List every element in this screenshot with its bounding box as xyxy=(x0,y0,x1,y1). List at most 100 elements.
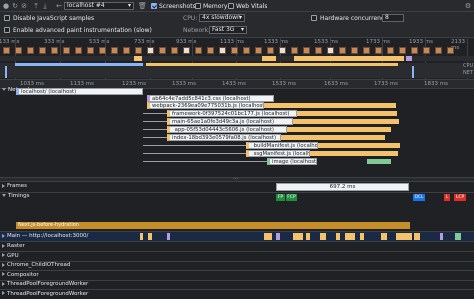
main-thread-task[interactable] xyxy=(276,233,280,240)
screenshot-thumbnail[interactable] xyxy=(159,47,166,54)
advanced-paint-checkbox[interactable] xyxy=(4,27,10,33)
thread-track-header[interactable]: Compositor xyxy=(0,271,39,280)
cpu-throttling-select[interactable]: 4x slowdown ▾ xyxy=(199,14,245,22)
network-request-bar[interactable]: webpack-2369ea09e775031b.js (localhost) xyxy=(147,102,264,109)
screenshots-checkbox[interactable] xyxy=(151,3,157,9)
screenshot-thumbnail[interactable] xyxy=(99,47,106,54)
screenshot-thumbnail[interactable] xyxy=(207,47,214,54)
screenshot-thumbnail[interactable] xyxy=(387,47,394,54)
upload-icon[interactable]: ⤒ xyxy=(32,2,40,10)
hardware-concurrency-input[interactable]: 8 xyxy=(382,14,404,22)
screenshot-thumbnail[interactable] xyxy=(411,47,418,54)
screenshot-thumbnail[interactable] xyxy=(231,47,238,54)
screenshot-thumbnail[interactable] xyxy=(315,47,322,54)
screenshot-thumbnail[interactable] xyxy=(375,47,382,54)
frames-track-header[interactable]: Frames xyxy=(0,182,27,191)
screenshot-thumbnail[interactable] xyxy=(435,47,442,54)
main-thread-task[interactable] xyxy=(306,233,310,240)
selection-left-handle[interactable] xyxy=(5,66,7,78)
screenshot-thumbnail[interactable] xyxy=(447,47,454,54)
memory-checkbox[interactable] xyxy=(195,3,201,9)
network-throttling-select[interactable]: Fast 3G ▾ xyxy=(209,26,247,34)
screenshot-thumbnail[interactable] xyxy=(255,47,262,54)
screenshot-thumbnail[interactable] xyxy=(3,47,10,54)
frame-block[interactable]: 697.2 ms xyxy=(276,183,409,191)
main-thread-task[interactable] xyxy=(140,233,143,240)
reload-record-icon[interactable]: ↻ xyxy=(11,2,19,10)
thread-track-header[interactable]: ThreadPoolForegroundWorker xyxy=(0,280,88,289)
screenshot-thumbnail[interactable] xyxy=(195,47,202,54)
network-request-bar[interactable]: _ssgManifest.js (localhost) xyxy=(246,150,310,157)
screenshot-thumbnail[interactable] xyxy=(267,47,274,54)
back-icon[interactable]: ← xyxy=(55,2,63,10)
screenshot-thumbnail[interactable] xyxy=(423,47,430,54)
fcp-marker[interactable]: FCP xyxy=(286,194,297,201)
screenshot-thumbnail[interactable] xyxy=(279,47,286,54)
thread-track-header[interactable]: Raster xyxy=(0,242,25,251)
network-request-bar[interactable]: image (localhost) xyxy=(267,158,317,165)
garbage-collect-icon[interactable]: 🗑 xyxy=(138,2,147,10)
main-thread-task[interactable] xyxy=(345,233,355,240)
l-marker[interactable]: L xyxy=(444,194,450,201)
network-request-bar[interactable]: _app-05f53d04443c5606.js (localhost) xyxy=(167,126,287,133)
main-thread-task[interactable] xyxy=(381,233,387,240)
screenshot-thumbnail[interactable] xyxy=(171,47,178,54)
screenshot-thumbnail[interactable] xyxy=(363,47,370,54)
screenshot-thumbnail[interactable] xyxy=(183,47,190,54)
web-vitals-checkbox[interactable] xyxy=(228,3,234,9)
main-thread-task[interactable] xyxy=(167,233,170,240)
clear-icon[interactable]: ⊘ xyxy=(20,2,28,10)
main-thread-task[interactable] xyxy=(360,233,364,240)
download-icon[interactable]: ⤓ xyxy=(41,2,49,10)
main-thread-task[interactable] xyxy=(148,233,152,240)
screenshot-thumbnail[interactable] xyxy=(327,47,334,54)
screenshot-thumbnail[interactable] xyxy=(399,47,406,54)
nextjs-timing-bar[interactable]: Next.js-before-hydration xyxy=(16,222,410,229)
thread-track-header[interactable]: ThreadPoolForegroundWorker xyxy=(0,290,88,299)
main-thread-task[interactable] xyxy=(264,233,272,240)
record-icon[interactable]: ● xyxy=(2,2,10,10)
fp-marker[interactable]: FP xyxy=(276,194,285,201)
screenshot-thumbnail[interactable] xyxy=(39,47,46,54)
main-thread-task[interactable] xyxy=(440,233,443,240)
main-thread-task[interactable] xyxy=(455,233,461,240)
network-request-bar[interactable]: localhost/ (localhost) xyxy=(16,88,143,95)
network-request-bar[interactable]: index-18bd393e0579fa08.js (localhost) xyxy=(167,134,281,141)
screenshot-thumbnail[interactable] xyxy=(147,47,154,54)
dcl-marker[interactable]: DCL xyxy=(413,194,425,201)
network-request-bar[interactable]: main-65ae1a0fe3d49c3a.js (localhost) xyxy=(167,118,293,125)
screenshot-thumbnail[interactable] xyxy=(123,47,130,54)
main-thread-task[interactable] xyxy=(293,233,303,240)
screenshot-thumbnail[interactable] xyxy=(303,47,310,54)
screenshot-thumbnail[interactable] xyxy=(219,47,226,54)
main-thread-task[interactable] xyxy=(414,233,420,240)
timings-track-header[interactable]: Timings xyxy=(0,192,29,201)
main-thread-task[interactable] xyxy=(320,233,326,240)
screenshot-thumbnail[interactable] xyxy=(351,47,358,54)
network-request-bar[interactable]: framework-0f397524c01bc177.js (localhost… xyxy=(167,110,297,117)
main-track-header[interactable]: Main — http://localhost:3000/ xyxy=(0,232,88,241)
screenshot-thumbnail[interactable] xyxy=(15,47,22,54)
main-thread-task[interactable] xyxy=(396,233,412,240)
lcp-marker[interactable]: LCP xyxy=(454,194,466,201)
screenshot-thumbnail[interactable] xyxy=(87,47,94,54)
timeline-overview[interactable]: 133 ms 333 ms 533 ms 733 ms 933 ms 1133 ms 133… xyxy=(0,38,474,80)
screenshot-thumbnail[interactable] xyxy=(111,47,118,54)
recording-select[interactable]: localhost #4 ▾ xyxy=(64,2,134,10)
selection-right-handle[interactable] xyxy=(412,66,414,78)
screenshot-thumbnail[interactable] xyxy=(63,47,70,54)
hardware-concurrency-checkbox[interactable] xyxy=(311,15,317,21)
screenshot-thumbnail[interactable] xyxy=(27,47,34,54)
screenshot-thumbnail[interactable] xyxy=(75,47,82,54)
screenshot-thumbnail[interactable] xyxy=(243,47,250,54)
network-request-bar[interactable]: _buildManifest.js (localhost) xyxy=(246,142,318,149)
network-request-bar[interactable]: ab64c4e7add5c841c3.css (localhost) xyxy=(147,95,274,102)
gear-icon[interactable]: ⚙ xyxy=(464,2,472,10)
thread-track-header[interactable]: GPU xyxy=(0,252,19,261)
thread-track-header[interactable]: Chrome_ChildIOThread xyxy=(0,261,70,270)
screenshot-thumbnail[interactable] xyxy=(135,47,142,54)
screenshot-thumbnail[interactable] xyxy=(51,47,58,54)
main-thread-task[interactable] xyxy=(336,233,340,240)
screenshot-thumbnail[interactable] xyxy=(339,47,346,54)
disable-js-samples-checkbox[interactable] xyxy=(4,15,10,21)
